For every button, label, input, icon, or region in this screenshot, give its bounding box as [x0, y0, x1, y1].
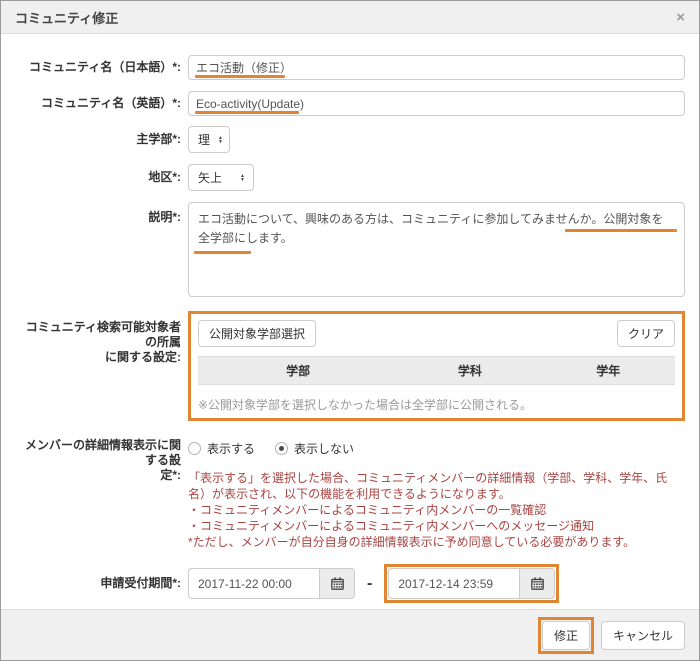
radio-show-label[interactable]: 表示する: [207, 440, 255, 457]
annotation-box-search-scope: 公開対象学部選択 クリア 学部 学科 学年 ※公開対象学部を選択しなかった場合は…: [188, 311, 685, 421]
select-spinner-icon: ▲▼: [218, 136, 223, 144]
dialog-body: コミュニティ名（日本語）*: コミュニティ名（英語）*: 主学部*: 理 ▲▼: [1, 34, 699, 609]
search-scope-label: コミュニティ検索可能対象者の所属 に関する設定:: [15, 311, 181, 365]
search-scope-note: ※公開対象学部を選択しなかった場合は全学部に公開される。: [198, 396, 675, 413]
dialog-title: コミュニティ修正: [15, 8, 118, 27]
district-label: 地区*:: [15, 170, 181, 185]
table-header-grade: 学年: [541, 357, 675, 385]
district-select[interactable]: 矢上 ▲▼: [188, 164, 254, 191]
dialog-footer: 修正 キャンセル: [1, 609, 699, 660]
radio-hide[interactable]: [275, 442, 288, 455]
select-target-faculty-button[interactable]: 公開対象学部選択: [198, 320, 316, 347]
community-edit-dialog: コミュニティ修正 × コミュニティ名（日本語）*: コミュニティ名（英語）*: …: [0, 0, 700, 661]
annotation-underline: [195, 75, 285, 78]
radio-hide-label[interactable]: 表示しない: [294, 440, 354, 457]
description-textarea[interactable]: エコ活動について、興味のある方は、コミュニティに参加してみませんか。公開対象を全…: [188, 202, 685, 297]
dialog-header: コミュニティ修正 ×: [1, 1, 699, 34]
name-en-label: コミュニティ名（英語）*:: [15, 96, 181, 111]
name-ja-label: コミュニティ名（日本語）*:: [15, 60, 181, 75]
select-spinner-icon: ▲▼: [240, 174, 245, 182]
faculty-select-value: 理: [198, 131, 210, 148]
annotation-box-submit: 修正: [538, 617, 594, 654]
annotation-underline: [194, 251, 251, 254]
period-separator: -: [367, 575, 372, 593]
member-detail-warning: 「表示する」を選択した場合、コミュニティメンバーの詳細情報（学部、学科、学年、氏…: [188, 470, 685, 550]
district-select-value: 矢上: [198, 169, 222, 186]
radio-show[interactable]: [188, 442, 201, 455]
annotation-underline: [565, 229, 677, 232]
annotation-box-application-end: [384, 564, 559, 603]
cancel-button[interactable]: キャンセル: [601, 621, 685, 650]
close-icon[interactable]: ×: [676, 10, 685, 25]
calendar-icon: [331, 577, 344, 590]
faculty-select[interactable]: 理 ▲▼: [188, 126, 230, 153]
calendar-icon: [531, 577, 544, 590]
member-detail-label: メンバーの詳細情報表示に関する設 定*:: [15, 438, 181, 483]
affiliation-table: 学部 学科 学年: [198, 356, 675, 385]
application-end-calendar-button[interactable]: [519, 568, 555, 599]
faculty-label: 主学部*:: [15, 132, 181, 147]
annotation-underline: [195, 111, 299, 114]
submit-button[interactable]: 修正: [542, 621, 590, 650]
application-period-label: 申請受付期間*:: [15, 576, 181, 591]
table-header-department: 学科: [398, 357, 541, 385]
application-end-input[interactable]: [388, 568, 519, 599]
description-label: 説明*:: [15, 202, 181, 225]
application-start-input[interactable]: [188, 568, 319, 599]
clear-button[interactable]: クリア: [617, 320, 675, 347]
application-start-calendar-button[interactable]: [319, 568, 355, 599]
table-header-faculty: 学部: [198, 357, 398, 385]
